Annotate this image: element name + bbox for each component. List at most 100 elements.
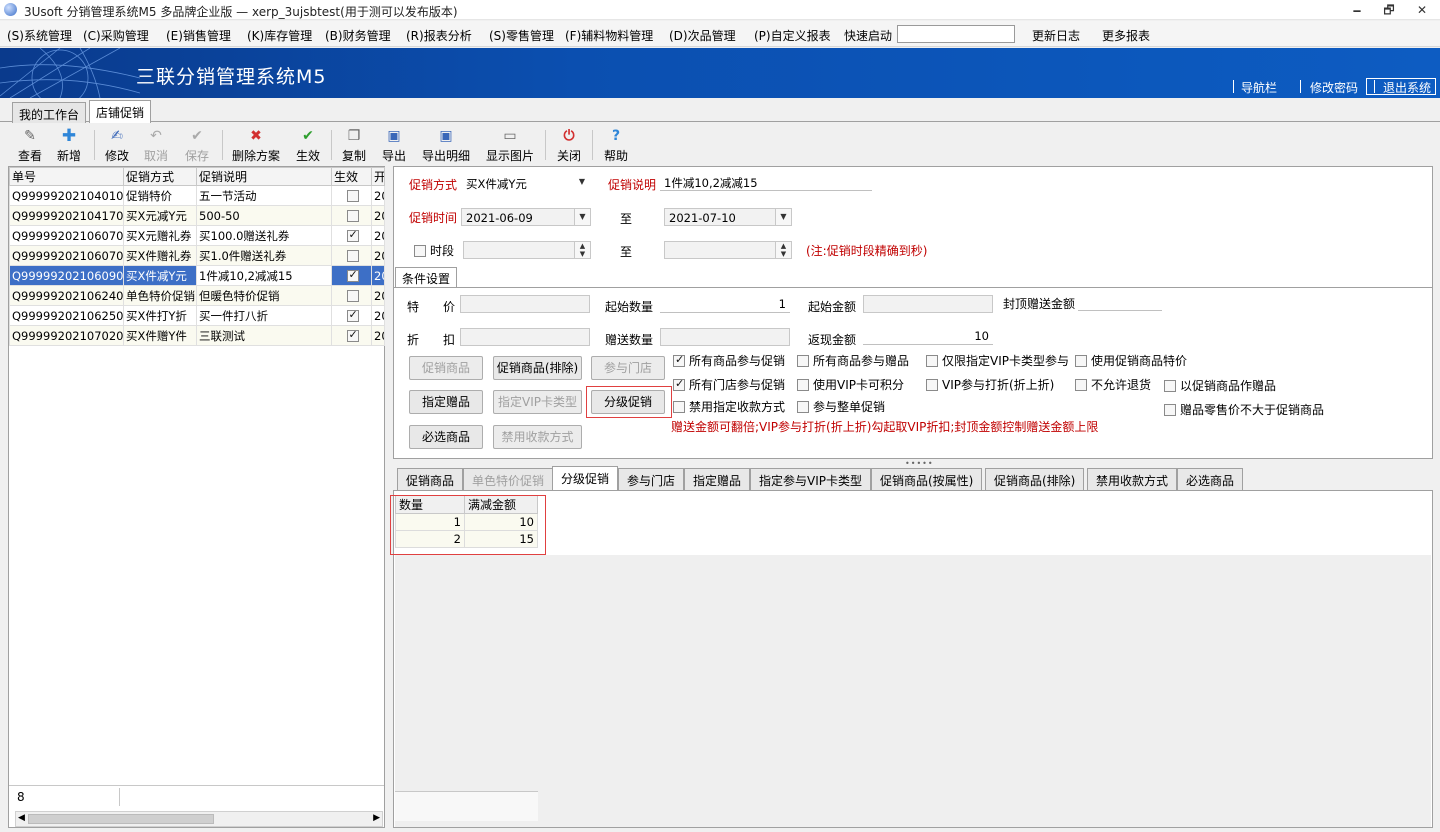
cell-desc[interactable]: 买1.0件赠送礼券 — [196, 245, 332, 266]
cell-desc[interactable]: 五一节活动 — [196, 185, 332, 206]
table-row[interactable]: Q99999202106070002买X件赠礼券买1.0件赠送礼券 20 — [9, 245, 385, 266]
cell-start[interactable]: 20 — [371, 245, 385, 266]
cell-active[interactable] — [331, 325, 372, 346]
cell-desc[interactable]: 1件减10,2减减15 — [196, 265, 332, 286]
checkbox-box[interactable] — [797, 400, 809, 413]
active-checkbox[interactable] — [346, 308, 359, 322]
checkbox-box[interactable] — [673, 353, 685, 367]
vip-type-button[interactable]: 指定VIP卡类型 — [493, 390, 582, 414]
export-button[interactable]: ▣ 导出 — [380, 126, 408, 164]
cell-start[interactable]: 20 — [371, 225, 385, 246]
cell-desc[interactable]: 买一件打八折 — [196, 305, 332, 326]
cell-start[interactable]: 20 — [371, 185, 385, 206]
active-checkbox[interactable] — [346, 228, 359, 242]
header-start[interactable]: 开 — [371, 167, 385, 186]
tab-tier-promotion[interactable]: 分级促销 — [552, 466, 619, 491]
menu-defects[interactable]: (D)次品管理 — [669, 27, 736, 44]
cell-method[interactable]: 买X元减Y元 — [123, 205, 197, 226]
gift-button[interactable]: 指定赠品 — [409, 390, 483, 414]
cell-method[interactable]: 买X件打Y折 — [123, 305, 197, 326]
use-special-price-checkbox[interactable]: 使用促销商品特价 — [1075, 352, 1187, 369]
menu-system[interactable]: (S)系统管理 — [7, 27, 72, 44]
header-method[interactable]: 促销方式 — [123, 167, 197, 186]
tab-gifts[interactable]: 指定赠品 — [684, 468, 751, 490]
header-desc[interactable]: 促销说明 — [196, 167, 332, 186]
chevron-down-icon[interactable]: ▼ — [574, 174, 590, 190]
cell-order-no[interactable]: Q99999202106070002 — [9, 245, 124, 266]
scroll-left-icon[interactable]: ◀ — [18, 813, 25, 823]
end-date-input[interactable]: 2021-07-10 ▼ — [664, 208, 792, 226]
cell-active[interactable] — [331, 305, 372, 326]
cell-active[interactable] — [331, 225, 372, 246]
help-button[interactable]: ? 帮助 — [602, 126, 630, 164]
vip-points-checkbox[interactable]: 使用VIP卡可积分 — [797, 376, 904, 393]
spinner-icon[interactable]: ▲ ▼ — [775, 242, 791, 258]
checkbox-box[interactable] — [926, 378, 938, 391]
disable-payment-button[interactable]: 禁用收款方式 — [493, 425, 582, 449]
start-qty-input[interactable]: 1 — [660, 295, 790, 313]
period-checkbox[interactable]: 时段 — [414, 242, 454, 259]
header-order-no[interactable]: 单号 — [9, 167, 124, 186]
cell-method[interactable]: 单色特价促销 — [123, 285, 197, 306]
cell-order-no[interactable]: Q99999202107020001 — [9, 325, 124, 346]
cell-start[interactable]: 20 — [371, 325, 385, 346]
checkbox-box[interactable] — [797, 378, 809, 391]
all-stores-checkbox[interactable]: 所有门店参与促销 — [673, 376, 785, 393]
start-date-input[interactable]: 2021-06-09 ▼ — [461, 208, 591, 226]
nav-bar-link[interactable]: 导航栏 — [1241, 79, 1277, 96]
return-amount-input[interactable]: 10 — [863, 327, 993, 345]
cell-start[interactable]: 20 — [371, 205, 385, 226]
close-window-button[interactable]: ✕ — [1409, 2, 1435, 18]
export-detail-button[interactable]: ▣ 导出明细 — [420, 126, 472, 164]
active-checkbox[interactable] — [346, 268, 359, 282]
vip-only-checkbox[interactable]: 仅限指定VIP卡类型参与 — [926, 352, 1069, 369]
menu-retail[interactable]: (S)零售管理 — [489, 27, 554, 44]
tab-workbench[interactable]: 我的工作台 — [12, 102, 87, 123]
copy-button[interactable]: ❐ 复制 — [340, 126, 368, 164]
update-log-link[interactable]: 更新日志 — [1032, 27, 1080, 44]
whole-order-checkbox[interactable]: 参与整单促销 — [797, 398, 885, 415]
start-amount-input[interactable] — [863, 295, 993, 313]
table-row[interactable]: Q99999202107020001买X件赠Y件三联测试 20 — [9, 325, 385, 346]
menu-purchase[interactable]: (C)采购管理 — [83, 27, 149, 44]
checkbox-box[interactable] — [1164, 379, 1176, 392]
header-active[interactable]: 生效 — [331, 167, 372, 186]
cell-active[interactable] — [331, 205, 372, 226]
save-button[interactable]: ✔ 保存 — [183, 126, 211, 164]
tier-promotion-button[interactable]: 分级促销 — [591, 390, 665, 414]
cancel-button[interactable]: ↶ 取消 — [142, 126, 170, 164]
cell-method[interactable]: 买X件赠Y件 — [123, 325, 197, 346]
no-return-checkbox[interactable]: 不允许退货 — [1075, 376, 1151, 393]
stores-button[interactable]: 参与门店 — [591, 356, 665, 380]
checkbox-box[interactable] — [797, 354, 809, 367]
cell-start[interactable]: 20 — [371, 305, 385, 326]
cell-order-no[interactable]: Q99999202106090001 — [9, 265, 124, 286]
special-price-input[interactable] — [460, 295, 590, 313]
cell-desc[interactable]: 买100.0赠送礼券 — [196, 225, 332, 246]
apply-button[interactable]: ✔ 生效 — [294, 126, 322, 164]
table-row[interactable]: Q99999202106250001买X件打Y折买一件打八折 20 — [9, 305, 385, 326]
checkbox-box[interactable] — [1075, 378, 1087, 391]
menu-materials[interactable]: (F)辅料物料管理 — [565, 27, 653, 44]
edit-button[interactable]: ✍ 修改 — [103, 126, 131, 164]
tab-single-color-special[interactable]: 单色特价促销 — [463, 468, 554, 490]
cell-active[interactable] — [331, 245, 372, 266]
checkbox-box[interactable] — [1075, 354, 1087, 367]
scrollbar-thumb[interactable] — [28, 814, 214, 824]
checkbox-box[interactable] — [414, 244, 426, 257]
cell-order-no[interactable]: Q99999202106070001 — [9, 225, 124, 246]
active-checkbox[interactable] — [346, 250, 359, 262]
vip-discount-checkbox[interactable]: VIP参与打折(折上折) — [926, 376, 1054, 393]
promo-as-gift-checkbox[interactable]: 以促销商品作赠品 — [1164, 377, 1276, 394]
cell-desc[interactable]: 三联测试 — [196, 325, 332, 346]
active-checkbox[interactable] — [346, 328, 359, 342]
discount-input[interactable] — [460, 328, 590, 346]
tab-promo-goods[interactable]: 促销商品 — [397, 468, 464, 490]
checkbox-box[interactable] — [926, 354, 938, 367]
required-goods-button[interactable]: 必选商品 — [409, 425, 483, 449]
cap-amount-input[interactable] — [1078, 293, 1162, 311]
checkbox-box[interactable] — [673, 377, 685, 391]
tab-goods-excluded[interactable]: 促销商品(排除) — [985, 468, 1085, 490]
cell-method[interactable]: 买X元赠礼券 — [123, 225, 197, 246]
table-row[interactable]: Q99999202104170001买X元减Y元500-50 20 — [9, 205, 385, 226]
